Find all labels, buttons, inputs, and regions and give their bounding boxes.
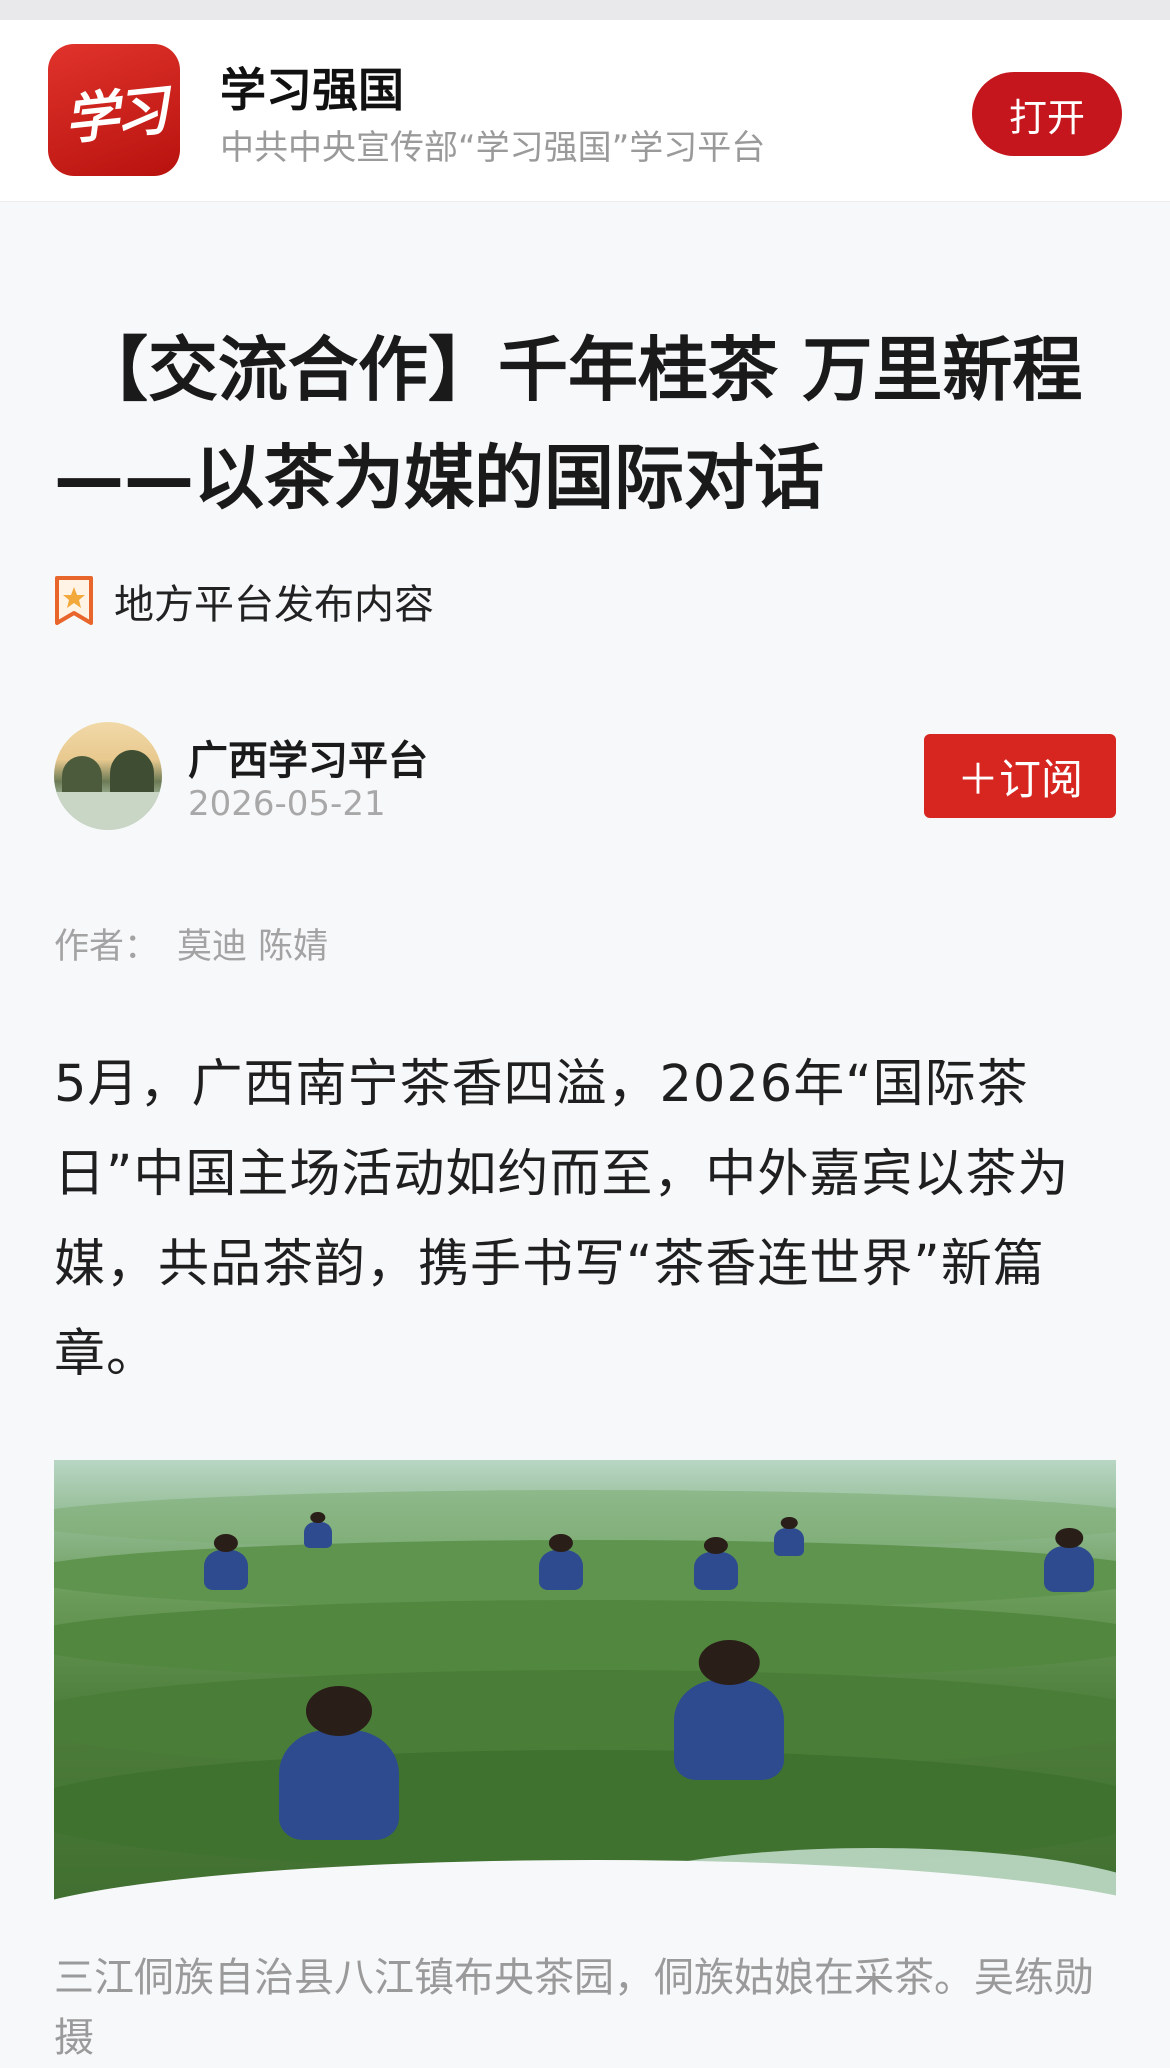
app-logo-text: 学习 (61, 77, 168, 152)
open-app-button[interactable]: 打开 (972, 72, 1122, 156)
subscribe-button[interactable]: ＋订阅 (924, 734, 1116, 818)
article-title-line1: 【交流合作】千年桂茶 万里新程 (78, 329, 1083, 411)
article-title-line2: ——以茶为媒的国际对话 (54, 437, 824, 519)
publisher-avatar[interactable] (54, 722, 162, 830)
source-tag-label: 地方平台发布内容 (114, 582, 434, 628)
app-description: 中共中央宣传部“学习强国”学习平台 (220, 128, 766, 168)
article-paragraph: 5月，广西南宁茶香四溢，2026年“国际茶日”中国主场活动如约而至，中外嘉宾以茶… (54, 1055, 1070, 1384)
status-strip (0, 0, 1170, 20)
article-photo-tea-garden[interactable] (54, 1460, 1116, 1920)
app-download-banner[interactable]: 学习 学习强国 中共中央宣传部“学习强国”学习平台 打开 (0, 20, 1170, 202)
source-tag: 地方平台发布内容 (54, 572, 434, 630)
app-name: 学习强国 (220, 63, 404, 117)
article-title: 【交流合作】千年桂茶 万里新程 ——以茶为媒的国际对话 (54, 316, 1124, 532)
publish-date: 2026-05-21 (188, 784, 386, 824)
photo-caption: 三江侗族自治县八江镇布央茶园，侗族姑娘在采茶。吴练勋 摄 (54, 1955, 1094, 2061)
publisher-name[interactable]: 广西学习平台 (188, 728, 428, 786)
bookmark-star-icon (55, 576, 93, 625)
author-names: 莫迪 陈婧 (177, 927, 329, 967)
app-logo: 学习 (48, 44, 180, 176)
author-line: 作者： 莫迪 陈婧 (54, 918, 328, 969)
author-label: 作者： (54, 927, 160, 967)
